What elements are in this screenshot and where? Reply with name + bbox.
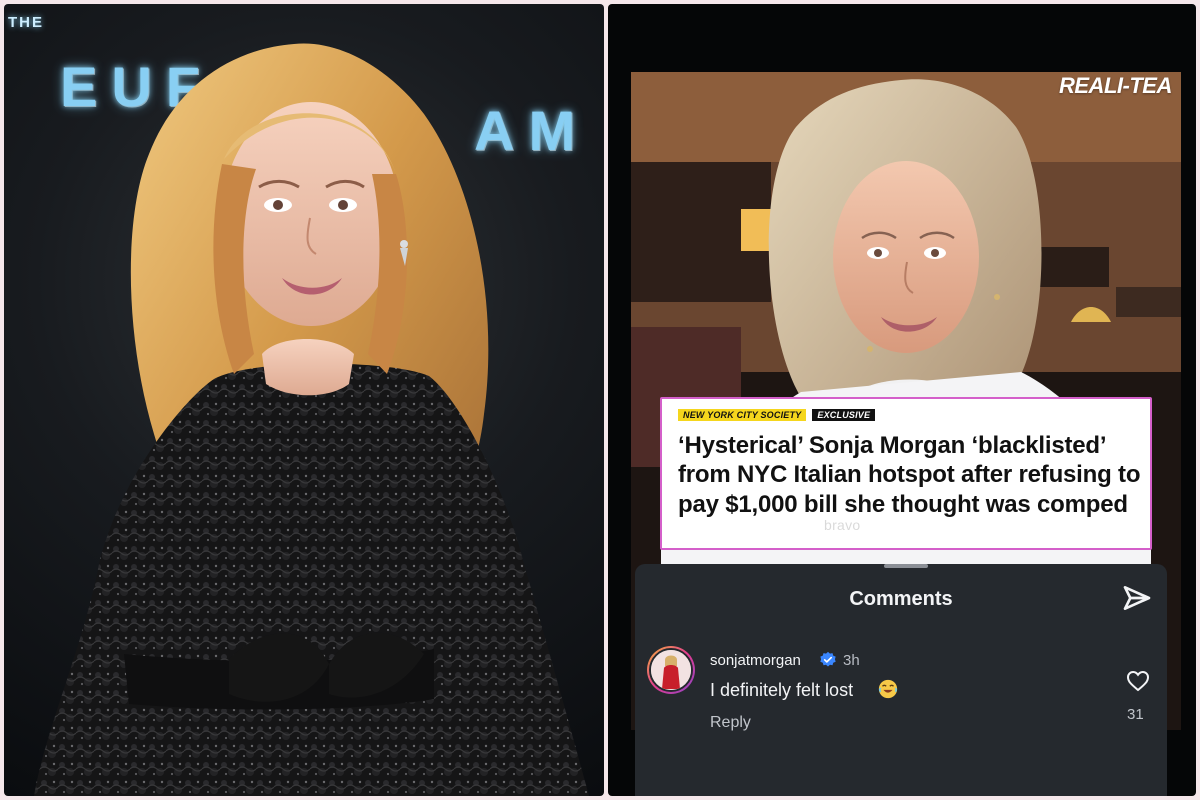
comment-username[interactable]: sonjatmorgan bbox=[710, 652, 801, 669]
sheet-handle[interactable] bbox=[884, 564, 928, 568]
exclusive-tag: EXCLUSIVE bbox=[812, 409, 876, 421]
send-icon[interactable] bbox=[1121, 582, 1153, 614]
left-photo-panel: THE EUF AM AM bbox=[4, 4, 604, 796]
headline-tags: NEW YORK CITY SOCIETY EXCLUSIVE bbox=[678, 409, 876, 421]
comment-avatar[interactable] bbox=[647, 646, 695, 694]
headline-text: ‘Hysterical’ Sonja Morgan ‘blacklisted’ … bbox=[678, 432, 1141, 518]
heart-icon[interactable] bbox=[1126, 670, 1150, 692]
reply-button[interactable]: Reply bbox=[710, 714, 751, 732]
laughing-emoji-icon bbox=[878, 679, 898, 699]
comments-title: Comments bbox=[849, 588, 953, 610]
collage: THE EUF AM AM bbox=[0, 0, 1200, 800]
right-screenshot-panel: REALI-TEA NEW YORK CITY SOCIETY EXCLUSIV… bbox=[608, 4, 1196, 796]
bravo-watermark: bravo bbox=[824, 517, 861, 533]
verified-icon bbox=[820, 651, 836, 667]
woman-left-photo bbox=[34, 43, 589, 796]
comment-time: 3h bbox=[843, 652, 860, 669]
headline-card: NEW YORK CITY SOCIETY EXCLUSIVE ‘Hysteri… bbox=[660, 397, 1152, 550]
avatar-image bbox=[649, 648, 693, 692]
like-count: 31 bbox=[1127, 706, 1144, 723]
brand-logo: REALI-TEA bbox=[1059, 73, 1172, 98]
comments-sheet: Comments sonjatmorgan 3h I definitely fe… bbox=[635, 564, 1167, 796]
avatar-portrait bbox=[651, 650, 691, 690]
section-tag: NEW YORK CITY SOCIETY bbox=[678, 409, 807, 421]
comment-text: I definitely felt lost bbox=[710, 680, 854, 700]
